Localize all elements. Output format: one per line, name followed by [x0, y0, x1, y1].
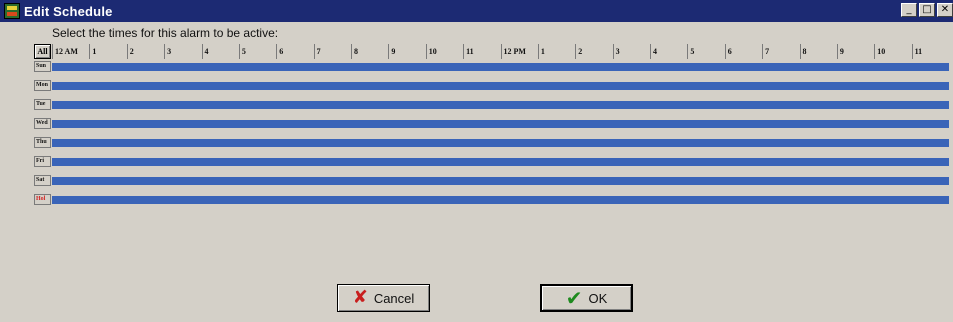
- window-title: Edit Schedule: [24, 3, 113, 19]
- day-label[interactable]: Mon: [34, 80, 51, 91]
- title-bar[interactable]: Edit Schedule _ □ ✕: [0, 0, 953, 22]
- hour-header[interactable]: 9: [836, 44, 874, 59]
- day-row: Tue: [34, 99, 949, 110]
- x-icon: ✘: [352, 287, 368, 308]
- day-row: Thu: [34, 137, 949, 148]
- hour-header[interactable]: 4: [650, 44, 687, 59]
- hour-header[interactable]: 1: [89, 44, 126, 59]
- hour-header[interactable]: 10: [874, 44, 911, 59]
- schedule-active-bar[interactable]: [52, 196, 949, 204]
- hour-header[interactable]: 2: [575, 44, 612, 59]
- hour-headers: 12 AM 1 2 3 4 5 6 7 8 9 10 11 12 PM 1 2 3 4 5 6 7 8 9 10 11: [52, 44, 949, 59]
- hour-header[interactable]: 3: [612, 44, 650, 59]
- cancel-button[interactable]: ✘ Cancel: [337, 284, 430, 312]
- schedule-active-bar[interactable]: [52, 177, 949, 185]
- hour-header-row: All 12 AM 1 2 3 4 5 6 7 8 9 10 11 12 PM 1 2 3 4 5 6 7 8 9 10 11: [34, 44, 949, 61]
- hour-header[interactable]: 10: [425, 44, 463, 59]
- minimize-button[interactable]: _: [901, 3, 917, 17]
- hour-header[interactable]: 2: [126, 44, 164, 59]
- hour-header[interactable]: 6: [276, 44, 313, 59]
- hour-header[interactable]: 11: [911, 44, 949, 59]
- schedule-grid: All 12 AM 1 2 3 4 5 6 7 8 9 10 11 12 PM 1 2 3 4 5 6 7 8 9 10 11…: [34, 44, 949, 213]
- day-label[interactable]: Wed: [34, 118, 51, 129]
- window-controls: _ □ ✕: [901, 3, 953, 17]
- day-label[interactable]: Tue: [34, 99, 51, 110]
- cancel-label: Cancel: [373, 290, 415, 306]
- hour-header[interactable]: 9: [388, 44, 425, 59]
- day-label[interactable]: Fri: [34, 156, 51, 167]
- day-row: Fri: [34, 156, 949, 167]
- day-label[interactable]: Sun: [34, 61, 51, 72]
- ok-label: OK: [588, 290, 608, 306]
- close-button[interactable]: ✕: [937, 3, 953, 17]
- hour-header[interactable]: 6: [724, 44, 762, 59]
- hour-header[interactable]: 7: [762, 44, 799, 59]
- select-all-button[interactable]: All: [34, 44, 51, 59]
- hour-header[interactable]: 7: [313, 44, 351, 59]
- app-icon: [4, 3, 20, 19]
- hour-header[interactable]: 5: [687, 44, 724, 59]
- hour-header[interactable]: 5: [238, 44, 276, 59]
- schedule-active-bar[interactable]: [52, 82, 949, 90]
- maximize-button[interactable]: □: [919, 3, 935, 17]
- day-label[interactable]: Hol: [34, 194, 51, 205]
- day-row: Sat: [34, 175, 949, 186]
- check-icon: ✔: [565, 286, 583, 310]
- ok-button[interactable]: ✔ OK: [540, 284, 633, 312]
- hour-header[interactable]: 8: [799, 44, 837, 59]
- hour-header[interactable]: 3: [164, 44, 201, 59]
- schedule-active-bar[interactable]: [52, 139, 949, 147]
- schedule-active-bar[interactable]: [52, 158, 949, 166]
- instruction-text: Select the times for this alarm to be ac…: [52, 26, 279, 40]
- day-label[interactable]: Sat: [34, 175, 51, 186]
- day-label[interactable]: Thu: [34, 137, 51, 148]
- schedule-active-bar[interactable]: [52, 63, 949, 71]
- day-row: Mon: [34, 80, 949, 91]
- hour-header[interactable]: 4: [201, 44, 239, 59]
- edit-schedule-window: Edit Schedule _ □ ✕ Select the times for…: [0, 0, 953, 322]
- hour-header[interactable]: 1: [537, 44, 575, 59]
- hour-header[interactable]: 12 PM: [500, 44, 538, 59]
- day-row: Wed: [34, 118, 949, 129]
- hour-header[interactable]: 11: [463, 44, 500, 59]
- schedule-active-bar[interactable]: [52, 120, 949, 128]
- day-rows: Sun Mon Tue Wed Thu Fri Sat Hol: [34, 61, 949, 205]
- hour-header[interactable]: 8: [351, 44, 388, 59]
- schedule-active-bar[interactable]: [52, 101, 949, 109]
- hour-header[interactable]: 12 AM: [52, 44, 89, 59]
- day-row: Sun: [34, 61, 949, 72]
- day-row: Hol: [34, 194, 949, 205]
